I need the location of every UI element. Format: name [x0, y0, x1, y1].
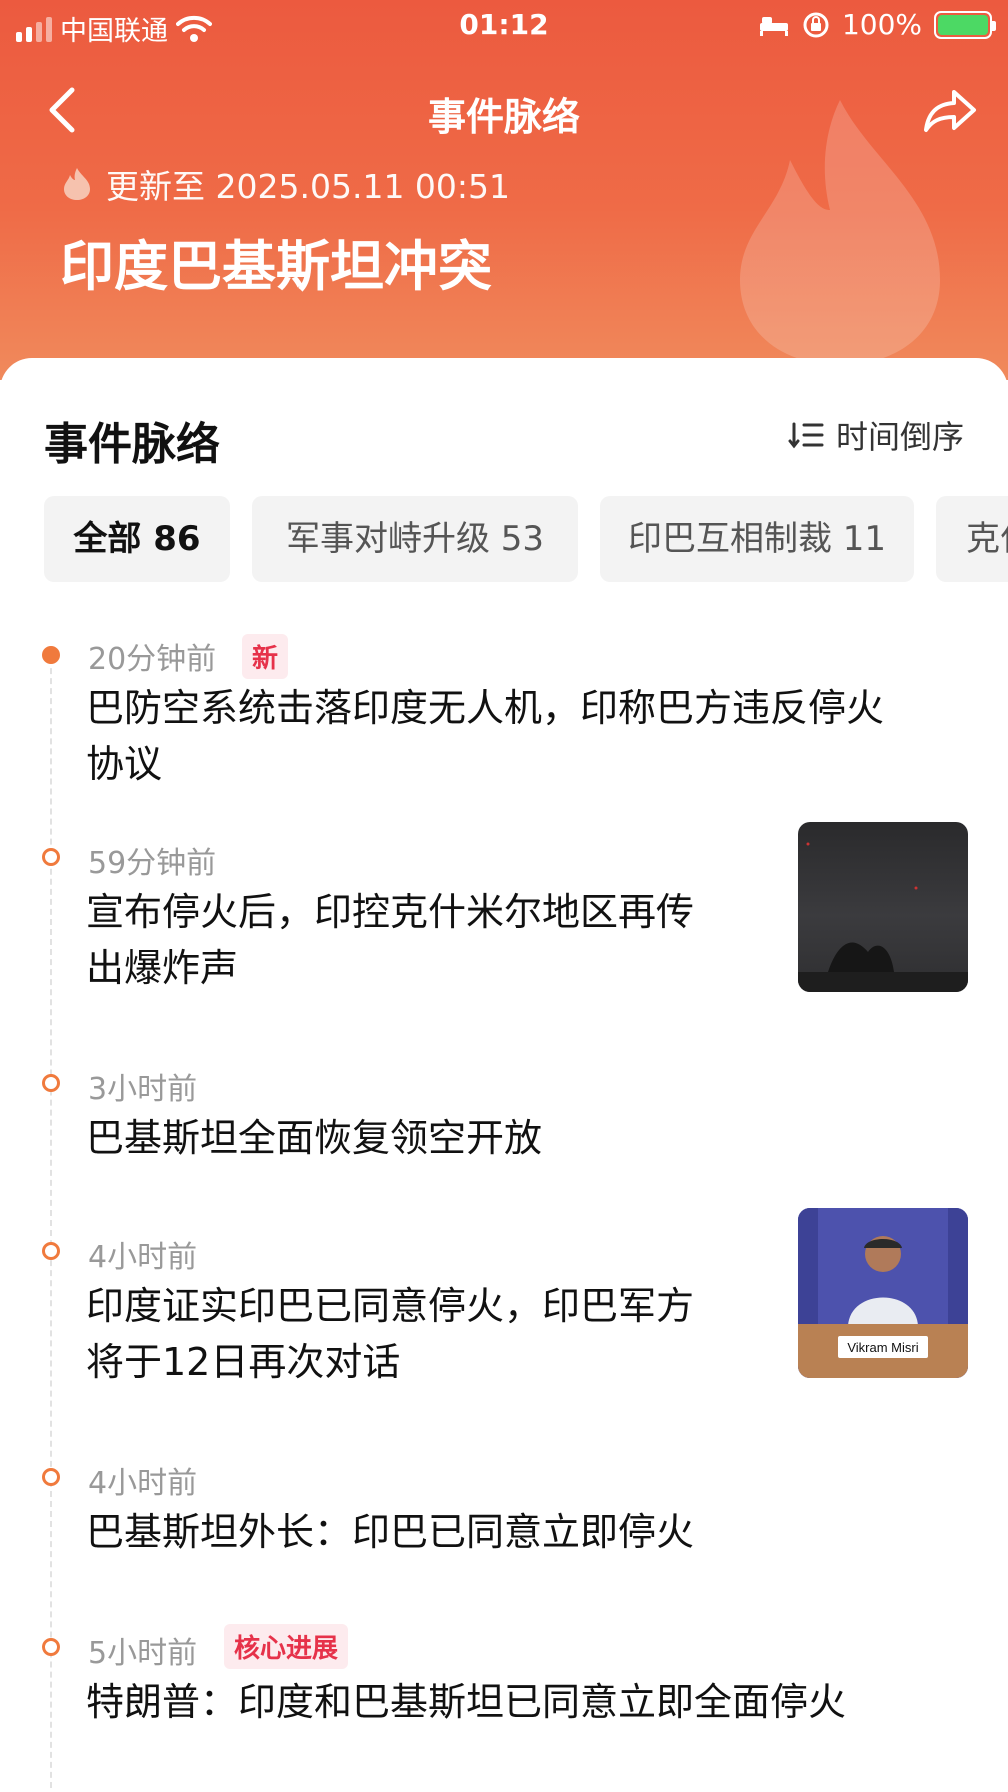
- event-headline-line: 出爆炸声: [86, 946, 239, 990]
- event-headline-line: 巴基斯坦外长：印巴已同意立即停火: [86, 1510, 695, 1554]
- event-headline-line: 巴基斯坦全面恢复领空开放: [86, 1116, 543, 1160]
- update-text: 更新至 2025.05.11 00:51: [106, 167, 511, 206]
- press-conference-image: Vikram Misri: [798, 1208, 968, 1378]
- nav-bar: 事件脉络: [0, 70, 1008, 150]
- event-headline: 巴防空系统击落印度无人机，印称巴方违反停火 协议: [86, 680, 884, 792]
- timeline-line: [50, 648, 52, 1792]
- event-headline: 巴基斯坦外长：印巴已同意立即停火: [86, 1504, 694, 1560]
- timeline-dot: [42, 1242, 60, 1260]
- event-time: 59分钟前: [88, 846, 217, 881]
- event-headline-line: 宣布停火后，印控克什米尔地区再传: [86, 890, 695, 934]
- event-headline: 特朗普：印度和巴基斯坦已同意立即全面停火: [86, 1674, 846, 1730]
- share-button[interactable]: [920, 84, 980, 134]
- sort-icon: [788, 422, 824, 449]
- event-headline-line: 特朗普：印度和巴基斯坦已同意立即全面停火: [86, 1680, 847, 1724]
- timeline-dot: [42, 646, 60, 664]
- timeline-dot: [42, 1638, 60, 1656]
- event-headline: 印度证实印巴已同意停火，印巴军方 将于12日再次对话: [86, 1278, 694, 1390]
- tab-military-escalation[interactable]: 军事对峙升级 53: [252, 496, 578, 582]
- event-headline: 宣布停火后，印控克什米尔地区再传 出爆炸声: [86, 884, 694, 996]
- night-sky-image: [798, 842, 968, 992]
- event-item[interactable]: 4小时前 印度证实印巴已同意停火，印巴军方 将于12日再次对话 Vikram M…: [0, 1208, 1008, 1432]
- event-headline-line: 印度证实印巴已同意停火，印巴军方: [86, 1284, 695, 1328]
- event-headline-line: 协议: [86, 742, 163, 786]
- event-item[interactable]: 59分钟前 宣布停火后，印控克什米尔地区再传 出爆炸声: [0, 822, 1008, 1038]
- battery-icon: [934, 10, 996, 39]
- battery-percent: 100%: [841, 8, 922, 41]
- event-item[interactable]: 20分钟前 新 巴防空系统击落印度无人机，印称巴方违反停火 协议: [0, 612, 1008, 812]
- event-time: 4小时前: [88, 1466, 198, 1501]
- event-item[interactable]: 5小时前 核心进展 特朗普：印度和巴基斯坦已同意立即全面停火: [0, 1624, 1008, 1768]
- section-title: 事件脉络: [44, 419, 220, 470]
- event-item[interactable]: 3小时前 巴基斯坦全面恢复领空开放: [0, 1064, 1008, 1204]
- core-progress-badge: 核心进展: [224, 1624, 349, 1669]
- nameplate-text: Vikram Misri: [847, 1340, 918, 1355]
- event-thumbnail[interactable]: [798, 822, 968, 992]
- new-badge: 新: [242, 634, 289, 679]
- status-bar: 中国联通 01:12 100%: [0, 0, 1008, 52]
- event-item[interactable]: 4小时前 巴基斯坦外长：印巴已同意立即停火: [0, 1458, 1008, 1598]
- event-time: 4小时前: [88, 1240, 198, 1275]
- event-time: 5小时前: [88, 1636, 198, 1671]
- status-right: 100%: [758, 8, 996, 41]
- sort-order-button[interactable]: 时间倒序: [788, 412, 964, 458]
- event-thumbnail[interactable]: Vikram Misri: [798, 1208, 968, 1378]
- timeline-dot: [42, 1468, 60, 1486]
- fire-icon: [64, 168, 90, 200]
- tab-all[interactable]: 全部 86: [44, 496, 230, 582]
- nav-title: 事件脉络: [427, 95, 580, 139]
- event-time: 20分钟前: [88, 642, 217, 677]
- event-headline-line: 巴防空系统击落印度无人机，印称巴方违反停火: [86, 686, 885, 730]
- event-headline-line: 将于12日再次对话: [86, 1340, 401, 1384]
- topic-title: 印度巴基斯坦冲突: [60, 235, 492, 298]
- rotation-lock-icon: [803, 12, 829, 37]
- timeline-dot: [42, 1074, 60, 1092]
- timeline-card: 事件脉络 时间倒序 全部 86 军事对峙升级 53 印巴互相制裁 11 克什 2…: [0, 358, 1008, 1792]
- bed-icon: [759, 16, 788, 36]
- event-headline: 巴基斯坦全面恢复领空开放: [86, 1110, 542, 1166]
- update-timestamp: 更新至 2025.05.11 00:51: [62, 160, 510, 208]
- sort-label: 时间倒序: [835, 418, 964, 456]
- timeline-dot: [42, 848, 60, 866]
- tab-sanctions[interactable]: 印巴互相制裁 11: [600, 496, 914, 582]
- event-time: 3小时前: [88, 1072, 198, 1107]
- event-timeline: 20分钟前 新 巴防空系统击落印度无人机，印称巴方违反停火 协议 59分钟前 宣…: [0, 612, 1008, 1792]
- tab-kashmir[interactable]: 克什: [936, 496, 1008, 582]
- category-tabs: 全部 86 军事对峙升级 53 印巴互相制裁 11 克什: [44, 496, 1008, 582]
